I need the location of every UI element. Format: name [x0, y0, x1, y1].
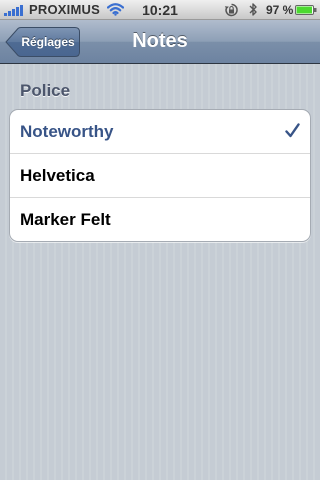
- battery-percent: 97 %: [266, 3, 294, 17]
- back-button[interactable]: Réglages: [5, 27, 80, 57]
- status-bar: PROXIMUS 10:21 97 %: [0, 0, 320, 20]
- font-option-marker-felt[interactable]: Marker Felt: [10, 197, 310, 241]
- navigation-bar: Réglages Notes: [0, 20, 320, 64]
- bluetooth-icon: [249, 3, 257, 16]
- font-option-label: Helvetica: [20, 166, 95, 185]
- font-option-helvetica[interactable]: Helvetica: [10, 153, 310, 197]
- font-option-label: Noteworthy: [20, 122, 114, 141]
- font-options-group: Noteworthy Helvetica Marker Felt: [9, 109, 311, 242]
- battery-icon: [295, 5, 317, 15]
- page-title: Notes: [132, 30, 188, 52]
- rotation-lock-icon: [224, 3, 238, 17]
- section-header: Police: [20, 81, 71, 100]
- back-button-label: Réglages: [21, 35, 75, 49]
- font-option-noteworthy[interactable]: Noteworthy: [10, 110, 310, 153]
- checkmark-icon: [285, 123, 300, 138]
- font-option-label: Marker Felt: [20, 210, 111, 229]
